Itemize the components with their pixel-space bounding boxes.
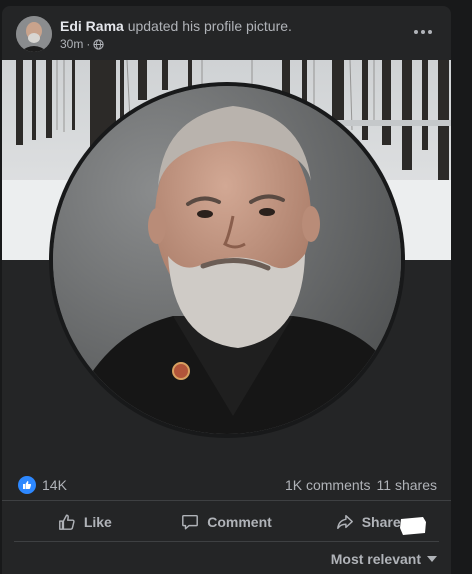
author-name[interactable]: Edi Rama <box>60 18 124 34</box>
profile-picture-frame <box>49 82 405 438</box>
reactions-summary[interactable]: 14K <box>18 476 67 494</box>
engagement-counts: 1K comments 11 shares <box>285 477 437 493</box>
comment-button[interactable]: Comment <box>156 505 298 539</box>
globe-icon[interactable] <box>93 38 104 50</box>
post-header-text: Edi Rama updated his profile picture. 30… <box>60 18 292 51</box>
post-header: Edi Rama updated his profile picture. 30… <box>2 6 451 58</box>
post-headline: Edi Rama updated his profile picture. <box>60 18 292 35</box>
redacted-patch <box>400 517 426 535</box>
comment-button-label: Comment <box>207 514 272 530</box>
post-actions: Like Comment Share <box>14 503 439 542</box>
share-arrow-icon <box>336 514 353 530</box>
avatar-image <box>16 16 52 52</box>
comments-count-link[interactable]: 1K comments <box>285 477 371 493</box>
author-avatar[interactable] <box>16 16 52 52</box>
more-horizontal-icon <box>414 30 432 34</box>
profile-photo-image <box>53 86 401 434</box>
thumbs-up-icon <box>23 481 32 489</box>
like-button-label: Like <box>83 514 112 530</box>
comments-sort-label: Most relevant <box>330 551 421 567</box>
page-scrollbar[interactable] <box>453 6 471 574</box>
comment-bubble-icon <box>182 514 199 530</box>
thumbs-up-outline-icon <box>58 514 75 530</box>
post-meta: 30m · <box>60 37 292 51</box>
post-options-button[interactable] <box>407 20 439 44</box>
like-reaction-icon <box>18 476 36 494</box>
profile-picture[interactable] <box>53 86 401 434</box>
meta-separator: · <box>86 37 91 51</box>
shares-count-link[interactable]: 11 shares <box>377 477 437 493</box>
post-action-text: updated his profile picture. <box>127 18 292 34</box>
reactions-count: 14K <box>42 477 67 493</box>
post-stats-bar: 14K 1K comments 11 shares <box>2 468 451 501</box>
post-card: Edi Rama updated his profile picture. 30… <box>2 6 451 574</box>
comments-sort-dropdown[interactable]: Most relevant <box>331 551 437 567</box>
caret-down-icon <box>427 556 437 562</box>
like-button[interactable]: Like <box>14 505 156 539</box>
share-button-label: Share <box>361 514 401 530</box>
post-timestamp[interactable]: 30m <box>60 37 83 51</box>
